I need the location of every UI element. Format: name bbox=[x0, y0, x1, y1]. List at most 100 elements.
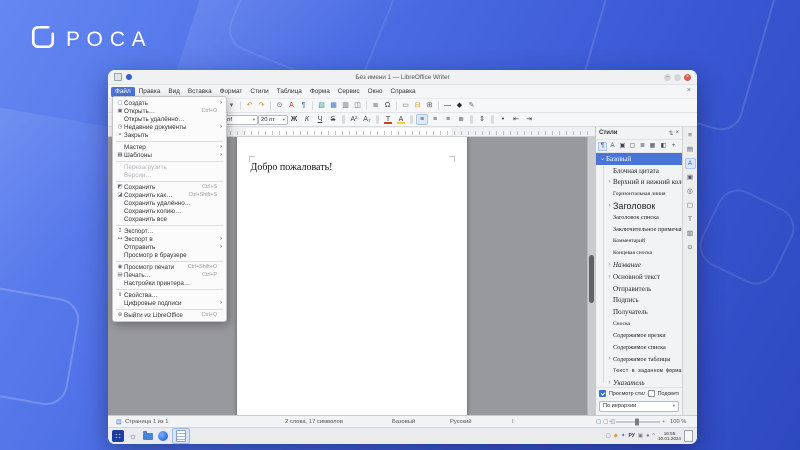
statusbar-paragraph-style[interactable]: Базовый bbox=[392, 419, 415, 425]
format-button[interactable]: ≡ bbox=[429, 114, 441, 125]
style-list-item[interactable]: Подпись bbox=[596, 295, 682, 307]
toolbar-icon[interactable] bbox=[240, 101, 241, 110]
file-menu-item[interactable] bbox=[116, 141, 223, 142]
style-list-item[interactable]: Содержимое врезки bbox=[596, 330, 682, 342]
style-tool-icon[interactable]: ◧ bbox=[659, 142, 668, 151]
format-button[interactable] bbox=[491, 115, 494, 124]
style-list-item[interactable]: Заголовок списка bbox=[596, 212, 682, 224]
menubar-item[interactable]: Вставка bbox=[184, 87, 216, 97]
file-menu-item[interactable]: ◩ Сохранить Ctrl+S bbox=[113, 183, 226, 191]
menubar-item[interactable]: Вид bbox=[164, 87, 184, 97]
file-menu-item[interactable]: Мастер bbox=[113, 143, 226, 151]
toolbar-icon[interactable] bbox=[438, 101, 439, 110]
menubar-item[interactable]: Формат bbox=[216, 87, 247, 97]
file-menu-item[interactable]: ↥ Экспорт… bbox=[113, 227, 226, 235]
multi-page-view-icon[interactable]: ▢ bbox=[603, 419, 608, 425]
clock[interactable]: 16:55 10.01.2024 bbox=[658, 431, 681, 441]
file-menu-item[interactable]: ▣ Открыть… Ctrl+O bbox=[113, 107, 226, 115]
toolbar-icon[interactable]: ↶ bbox=[244, 100, 255, 111]
toolbar-icon[interactable]: Ω bbox=[382, 100, 393, 111]
style-list-item[interactable]: Блочная цитата bbox=[596, 165, 682, 177]
format-button[interactable] bbox=[410, 115, 413, 124]
style-list-item[interactable]: Верхний и нижний колонтитулы bbox=[596, 177, 682, 189]
font-size-combo[interactable]: 20 пт ▾ bbox=[258, 115, 288, 125]
file-menu-item[interactable]: Цифровые подписи bbox=[113, 299, 226, 307]
toolbar-icon[interactable] bbox=[366, 101, 367, 110]
style-list-item[interactable]: Содержимое списка bbox=[596, 342, 682, 354]
format-button[interactable]: A² bbox=[348, 114, 360, 125]
style-list-item[interactable]: Концевая сноска bbox=[596, 247, 682, 259]
file-menu-item[interactable]: ▤ Печать… Ctrl+P bbox=[113, 271, 226, 279]
file-menu-item[interactable]: ▦ Шаблоны bbox=[113, 151, 226, 159]
toolbar-icon[interactable]: ⊞ bbox=[424, 100, 435, 111]
file-menu-item[interactable]: ℹ Свойства… bbox=[113, 291, 226, 299]
file-menu-item[interactable] bbox=[116, 289, 223, 290]
app-launcher-button[interactable]: ∷ bbox=[112, 430, 124, 442]
active-task-writer[interactable] bbox=[172, 428, 190, 444]
settings-button[interactable]: ☼ bbox=[127, 430, 139, 442]
menubar-item[interactable]: Файл bbox=[111, 87, 135, 97]
toolbar-icon[interactable] bbox=[270, 101, 271, 110]
zoom-slider-knob[interactable] bbox=[635, 418, 639, 425]
format-button[interactable]: ≣ bbox=[455, 114, 467, 125]
tray-icon[interactable]: ◆ bbox=[614, 433, 618, 439]
expand-arrow-icon[interactable] bbox=[606, 262, 613, 268]
expand-arrow-icon[interactable] bbox=[606, 203, 613, 209]
expand-arrow-icon[interactable] bbox=[606, 179, 613, 185]
style-category-icon[interactable]: ≣ bbox=[638, 142, 647, 151]
spotlight-checkbox[interactable] bbox=[648, 390, 655, 397]
toolbar-icon[interactable] bbox=[396, 101, 397, 110]
statusbar-wordcount[interactable]: 2 слова, 17 символов bbox=[285, 419, 343, 425]
sidebar-tab-icon[interactable]: А bbox=[685, 158, 696, 169]
document-text[interactable]: Добро пожаловать! bbox=[251, 162, 333, 173]
toolbar-icon[interactable]: А bbox=[286, 100, 297, 111]
file-menu-item[interactable]: ◉ Просмотр печати Ctrl+Shift+O bbox=[113, 263, 226, 271]
sidebar-tab-icon[interactable]: ▥ bbox=[685, 228, 696, 239]
file-menu-item[interactable]: Сохранить удалённо… bbox=[113, 199, 226, 207]
format-button[interactable]: S bbox=[327, 114, 339, 125]
style-list-item[interactable]: Отправитель bbox=[596, 283, 682, 295]
sidebar-tab-icon[interactable]: ▢ bbox=[685, 200, 696, 211]
sidebar-tab-icon[interactable]: ≡ bbox=[685, 130, 696, 141]
tray-icon[interactable]: ▣ bbox=[638, 433, 643, 439]
format-button[interactable]: ≡ bbox=[416, 114, 428, 125]
sidebar-header-icon[interactable]: × bbox=[675, 130, 679, 137]
keyboard-layout-indicator[interactable]: РУ bbox=[628, 433, 634, 439]
toolbar-icon[interactable]: ▦ bbox=[328, 100, 339, 111]
format-button[interactable]: Т bbox=[382, 114, 394, 125]
file-manager-button[interactable] bbox=[142, 430, 154, 442]
format-button[interactable] bbox=[470, 115, 473, 124]
style-category-icon[interactable]: ▦ bbox=[648, 142, 657, 151]
file-menu-item[interactable] bbox=[116, 309, 223, 310]
file-menu-item[interactable] bbox=[116, 181, 223, 182]
show-desktop-button[interactable] bbox=[684, 430, 693, 442]
zoom-slider[interactable] bbox=[616, 421, 660, 422]
style-category-icon[interactable]: A bbox=[608, 142, 617, 151]
file-menu-item[interactable]: Версии… bbox=[113, 171, 226, 179]
scrollbar-thumb[interactable] bbox=[589, 255, 594, 303]
style-tool-icon[interactable]: + bbox=[669, 142, 678, 151]
menubar-item[interactable]: Таблица bbox=[273, 87, 306, 97]
menubar-item[interactable]: Справка bbox=[387, 87, 420, 97]
sidebar-tab-icon[interactable]: ◎ bbox=[685, 186, 696, 197]
toolbar-icon[interactable]: ≣ bbox=[370, 100, 381, 111]
style-list-item[interactable]: Базовый bbox=[596, 153, 682, 165]
style-list-item[interactable]: Горизонтальная линия bbox=[596, 188, 682, 200]
menubar-item[interactable]: Форма bbox=[306, 87, 334, 97]
sidebar-header-icon[interactable]: ⇅ bbox=[668, 130, 673, 137]
format-button[interactable] bbox=[342, 115, 345, 124]
sidebar-tab-icon[interactable]: ▤ bbox=[685, 144, 696, 155]
toolbar-icon[interactable]: ▾ bbox=[226, 100, 237, 111]
file-menu-item[interactable]: Отправить bbox=[113, 243, 226, 251]
tray-icon[interactable]: ^ bbox=[652, 433, 655, 439]
format-button[interactable]: • bbox=[497, 114, 509, 125]
zoom-in-button[interactable]: + bbox=[662, 419, 665, 425]
file-menu-item[interactable]: Сохранить все bbox=[113, 215, 226, 223]
expand-arrow-icon[interactable] bbox=[606, 274, 613, 280]
sidebar-tab-icon[interactable]: ▣ bbox=[685, 172, 696, 183]
toolbar-icon[interactable]: ▧ bbox=[316, 100, 327, 111]
toolbar-icon[interactable]: ↷ bbox=[256, 100, 267, 111]
zoom-out-button[interactable]: − bbox=[609, 419, 612, 425]
toolbar-icon[interactable]: ◫ bbox=[352, 100, 363, 111]
single-page-view-icon[interactable]: ▢ bbox=[596, 419, 601, 425]
